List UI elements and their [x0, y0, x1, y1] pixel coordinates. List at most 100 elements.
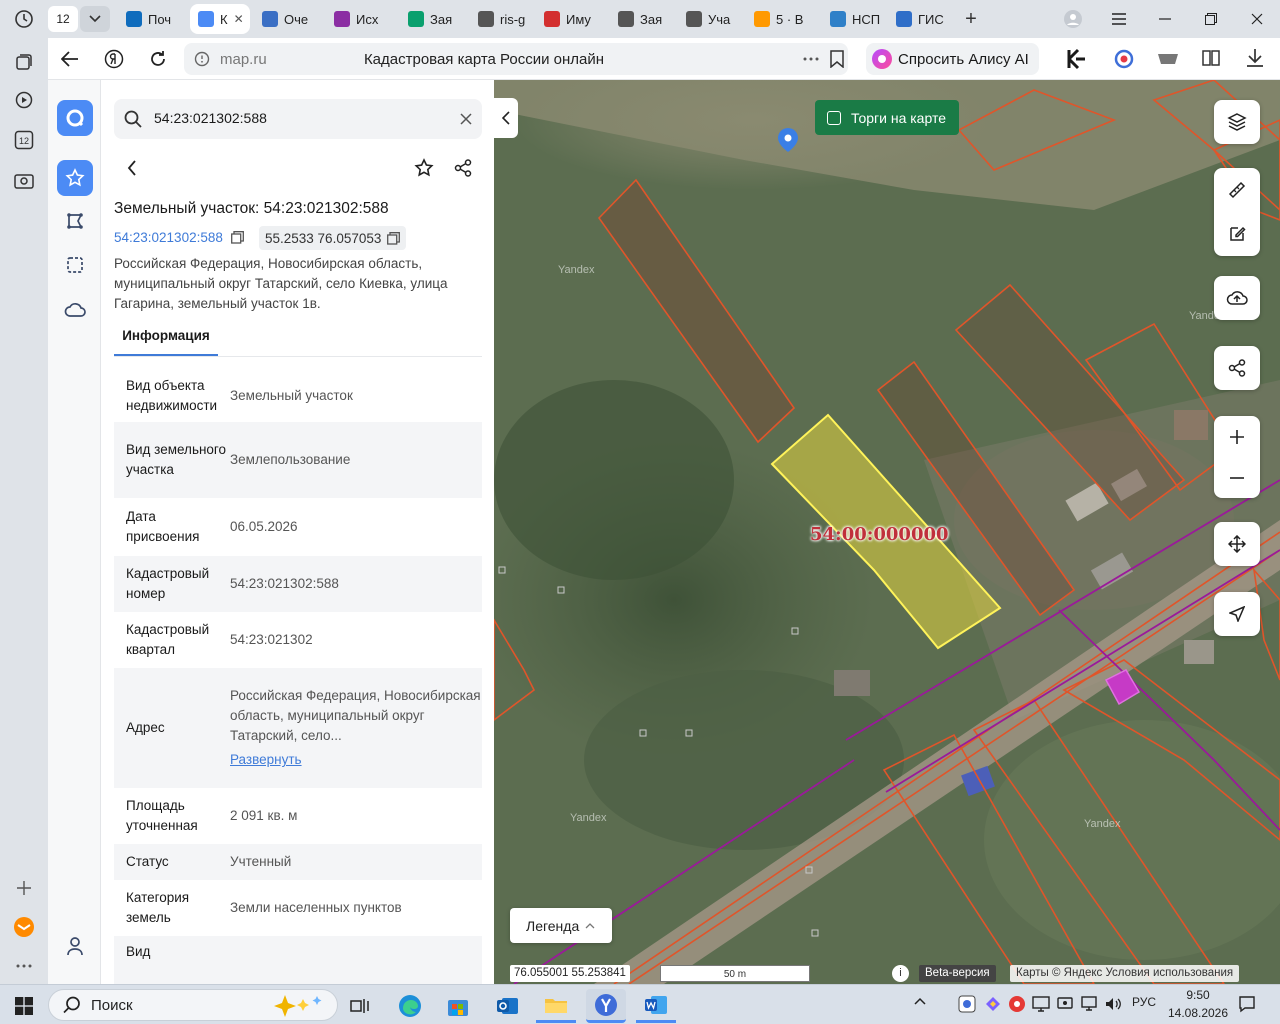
- store-icon[interactable]: [438, 989, 478, 1023]
- tray-antivirus-icon[interactable]: [1008, 995, 1026, 1013]
- app-logo-icon[interactable]: [57, 100, 93, 136]
- browser-tab[interactable]: 5 · В: [746, 4, 818, 34]
- cloud-icon[interactable]: [57, 292, 93, 328]
- browser-tab[interactable]: Уча: [678, 4, 742, 34]
- yandex-browser-icon[interactable]: [586, 989, 626, 1023]
- extension-k-icon[interactable]: [1066, 48, 1088, 70]
- volume-icon[interactable]: [1104, 995, 1122, 1013]
- cadastral-link[interactable]: 54:23:021302:588: [114, 230, 244, 245]
- yandex-icon[interactable]: [92, 38, 136, 80]
- clear-search-icon[interactable]: [460, 113, 472, 125]
- info-icon[interactable]: i: [892, 965, 909, 982]
- tray-teams-icon[interactable]: [984, 995, 1002, 1013]
- language-indicator[interactable]: РУС: [1132, 995, 1156, 1009]
- reload-button[interactable]: [136, 38, 180, 80]
- video-icon[interactable]: [12, 88, 36, 112]
- user-icon[interactable]: [57, 928, 93, 964]
- extension-tray-icon[interactable]: [1156, 52, 1180, 66]
- map-view[interactable]: 54:00:000000 Yandex Yande Yandex Yandex …: [494, 80, 1280, 984]
- pan-button[interactable]: [1214, 522, 1260, 566]
- tab-count-badge[interactable]: 12: [48, 6, 78, 32]
- close-tab-icon[interactable]: ✕: [234, 12, 244, 26]
- auctions-toggle[interactable]: Торги на карте: [815, 100, 959, 135]
- mail-app-icon[interactable]: [12, 915, 36, 939]
- tab-information[interactable]: Информация: [114, 322, 218, 356]
- search-box[interactable]: 54:23:021302:588: [114, 99, 482, 139]
- browser-tab[interactable]: Поч: [118, 4, 186, 34]
- menu-icon[interactable]: [1096, 0, 1142, 38]
- clock-time[interactable]: 9:50: [1168, 988, 1228, 1002]
- tray-display-icon[interactable]: [1056, 995, 1074, 1013]
- map-copyright[interactable]: Карты © Яндекс Условия использования: [1010, 965, 1240, 982]
- browser-tab[interactable]: К ✕: [190, 4, 250, 34]
- collapse-panel-button[interactable]: [494, 98, 518, 138]
- more-options-icon[interactable]: [802, 51, 820, 67]
- tray-app-icon[interactable]: [958, 995, 976, 1013]
- browser-tab[interactable]: Иму: [536, 4, 606, 34]
- edge-browser-icon[interactable]: [390, 989, 430, 1023]
- search-input[interactable]: 54:23:021302:588: [154, 110, 267, 126]
- chevron-down-icon[interactable]: [80, 6, 110, 32]
- new-tab-button[interactable]: +: [958, 6, 984, 32]
- favorite-star-icon[interactable]: [408, 152, 440, 184]
- tray-chevron-up-icon[interactable]: [914, 997, 926, 1005]
- tray-monitor-icon[interactable]: [1032, 995, 1050, 1013]
- info-row: Площадь уточненная 2 091 кв. м: [114, 788, 482, 844]
- collections-icon[interactable]: [12, 50, 36, 74]
- browser-tab[interactable]: ГИС: [888, 4, 952, 34]
- screenshot-icon[interactable]: [12, 168, 36, 192]
- info-row-value-text: Земли населенных пунктов: [230, 900, 402, 915]
- browser-tab[interactable]: Оче: [254, 4, 322, 34]
- browser-tab[interactable]: Зая: [610, 4, 674, 34]
- back-arrow-icon[interactable]: [116, 152, 148, 184]
- select-area-icon[interactable]: [57, 247, 93, 283]
- network-icon[interactable]: [1080, 995, 1098, 1013]
- ruler-icon[interactable]: [1214, 168, 1260, 212]
- minimize-button[interactable]: [1142, 0, 1188, 38]
- upload-button[interactable]: [1214, 276, 1260, 320]
- clock-date[interactable]: 14.08.2026: [1166, 1006, 1230, 1020]
- auctions-checkbox[interactable]: [827, 110, 841, 125]
- profile-icon[interactable]: [1050, 0, 1096, 38]
- coordinates-chip[interactable]: 55.2533 76.057053: [259, 226, 407, 250]
- calendar-icon[interactable]: 12: [12, 128, 36, 152]
- restore-button[interactable]: [1188, 0, 1234, 38]
- layers-button[interactable]: [1214, 100, 1260, 144]
- back-button[interactable]: [48, 38, 92, 80]
- zoom-in-icon[interactable]: [1214, 416, 1260, 457]
- bookmark-icon[interactable]: [830, 50, 844, 68]
- browser-tab[interactable]: Исх: [326, 4, 396, 34]
- more-icon[interactable]: [12, 954, 36, 978]
- polygon-tool-icon[interactable]: [57, 203, 93, 239]
- address-bar[interactable]: map.ru Кадастровая карта России онлайн: [184, 43, 848, 75]
- share-icon[interactable]: [447, 152, 479, 184]
- notifications-icon[interactable]: [1238, 995, 1256, 1013]
- browser-tab[interactable]: НСП: [822, 4, 884, 34]
- extension-book-icon[interactable]: [1201, 48, 1221, 68]
- expand-address-link[interactable]: Развернуть: [230, 750, 482, 770]
- copy-coords-icon[interactable]: [387, 231, 401, 245]
- browser-tab[interactable]: Зая: [400, 4, 466, 34]
- copy-icon[interactable]: [230, 231, 244, 244]
- ask-alisa-button[interactable]: Спросить Алису AI: [866, 43, 1039, 75]
- taskbar-search[interactable]: Поиск: [48, 989, 338, 1021]
- extension-gosuslugi-icon[interactable]: [1113, 48, 1135, 70]
- word-icon[interactable]: [636, 989, 676, 1023]
- download-icon[interactable]: [1246, 48, 1264, 68]
- outlook-icon[interactable]: [488, 989, 528, 1023]
- history-icon[interactable]: [0, 0, 48, 38]
- zoom-out-icon[interactable]: [1214, 457, 1260, 498]
- file-explorer-icon[interactable]: [536, 989, 576, 1023]
- task-view-icon[interactable]: [340, 989, 380, 1023]
- legend-button[interactable]: Легенда: [510, 908, 612, 943]
- close-window-button[interactable]: [1234, 0, 1280, 38]
- cadastral-link-text[interactable]: 54:23:021302:588: [114, 230, 223, 245]
- browser-tab-label: 5 · В: [776, 11, 804, 27]
- geolocation-button[interactable]: [1214, 592, 1260, 636]
- favorites-icon[interactable]: [57, 160, 93, 196]
- add-icon[interactable]: [12, 876, 36, 900]
- browser-tab[interactable]: ris-g: [470, 4, 532, 34]
- edit-icon[interactable]: [1214, 212, 1260, 256]
- windows-start-icon[interactable]: [4, 989, 44, 1023]
- share-map-button[interactable]: [1214, 346, 1260, 390]
